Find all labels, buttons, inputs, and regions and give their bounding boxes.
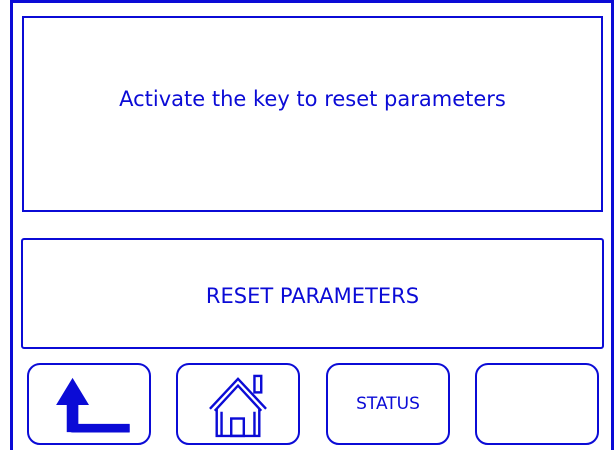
status-button[interactable]: STATUS xyxy=(326,363,450,445)
blank-soft-key[interactable] xyxy=(475,363,599,445)
home-button[interactable] xyxy=(176,363,300,445)
message-panel: Activate the key to reset parameters xyxy=(22,16,603,212)
reset-parameters-button[interactable]: RESET PARAMETERS xyxy=(21,238,604,349)
back-button[interactable] xyxy=(27,363,151,445)
status-label: STATUS xyxy=(356,394,420,414)
home-icon xyxy=(209,374,267,438)
reset-parameters-label: RESET PARAMETERS xyxy=(205,283,420,308)
message-text: Activate the key to reset parameters xyxy=(119,87,506,111)
back-arrow-icon xyxy=(56,377,130,433)
frame-left-border xyxy=(10,0,13,450)
frame-top-border xyxy=(10,0,614,3)
